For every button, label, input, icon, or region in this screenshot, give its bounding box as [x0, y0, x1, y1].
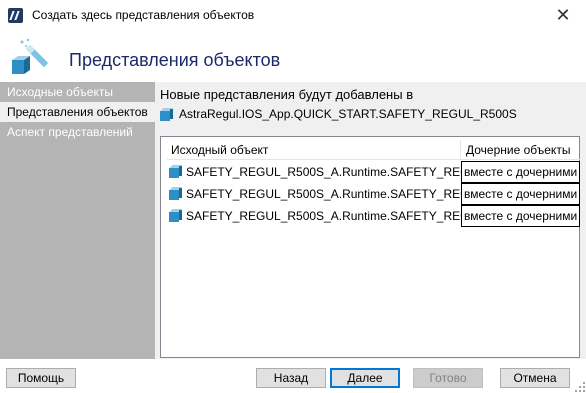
info-text: Новые представления будут добавлены в — [160, 87, 414, 102]
source-cell: SAFETY_REGUL_R500S_A.Runtime.SAFETY_REGU… — [167, 161, 461, 183]
close-button[interactable]: ✕ — [540, 0, 586, 31]
children-select[interactable]: вместе с дочерними — [461, 161, 580, 183]
finish-button: Готово — [413, 368, 483, 388]
table-row[interactable]: SAFETY_REGUL_R500S_A.Runtime.SAFETY_REGU… — [167, 183, 580, 205]
object-icon — [169, 187, 183, 200]
title-bar[interactable]: Создать здесь представления объектов ✕ — [0, 0, 586, 31]
target-path-text: AstraRegul.IOS_App.QUICK_START.SAFETY_RE… — [179, 107, 517, 121]
object-icon — [169, 209, 183, 222]
children-select[interactable]: вместе с дочерними — [461, 183, 580, 205]
objects-table[interactable]: Исходный объект Дочерние объекты SAFETY_… — [160, 136, 580, 358]
wand-cube-icon — [12, 38, 48, 74]
resize-grip-icon[interactable] — [575, 382, 585, 392]
source-object-name: SAFETY_REGUL_R500S_A.Runtime.SAFETY_REGU… — [186, 165, 461, 179]
nav-item-source-objects[interactable]: Исходные объекты — [0, 82, 155, 102]
children-select[interactable]: вместе с дочерними — [461, 205, 580, 227]
object-icon — [169, 165, 183, 178]
source-cell: SAFETY_REGUL_R500S_A.Runtime.SAFETY_REGU… — [167, 183, 461, 205]
column-header-children[interactable]: Дочерние объекты — [462, 140, 580, 160]
table-row[interactable]: SAFETY_REGUL_R500S_A.Runtime.SAFETY_REGU… — [167, 161, 580, 183]
source-object-name: SAFETY_REGUL_R500S_A.Runtime.SAFETY_REGU… — [186, 209, 461, 223]
cancel-button[interactable]: Отмена — [500, 368, 570, 388]
table-row[interactable]: SAFETY_REGUL_R500S_A.Runtime.SAFETY_REGU… — [167, 205, 580, 227]
table-header: Исходный объект Дочерние объекты — [167, 140, 580, 160]
source-cell: SAFETY_REGUL_R500S_A.Runtime.SAFETY_REGU… — [167, 205, 461, 227]
wizard-steps-nav: Исходные объекты Представления объектов … — [0, 82, 155, 359]
nav-item-object-views[interactable]: Представления объектов — [0, 102, 155, 122]
page-title: Представления объектов — [69, 50, 281, 70]
wizard-header: Представления объектов — [0, 31, 586, 82]
next-button[interactable]: Далее — [330, 368, 400, 388]
column-header-source[interactable]: Исходный объект — [167, 140, 461, 160]
object-icon — [160, 108, 174, 121]
nav-item-view-aspect[interactable]: Аспект представлений — [0, 122, 155, 142]
help-button[interactable]: Помощь — [6, 368, 76, 388]
main-content: Новые представления будут добавлены в As… — [155, 82, 586, 359]
window-title: Создать здесь представления объектов — [32, 8, 255, 22]
app-logo-icon — [8, 8, 23, 23]
back-button[interactable]: Назад — [256, 368, 326, 388]
source-object-name: SAFETY_REGUL_R500S_A.Runtime.SAFETY_REGU… — [186, 187, 461, 201]
